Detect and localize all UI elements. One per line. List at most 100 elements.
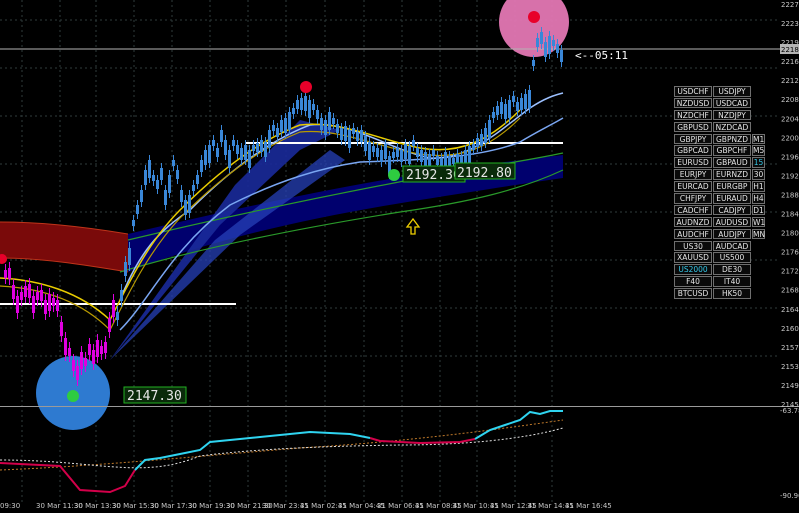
candle [28,284,31,298]
symbol-button-gbpchf[interactable]: GBPCHF [713,145,751,156]
candle [424,152,427,167]
candle [204,150,207,165]
candle [36,292,39,300]
candle [112,300,115,317]
price-axis-label: 2149.10 [781,382,799,390]
candle [156,180,159,189]
candle [400,150,403,162]
candle [128,248,131,265]
candle [268,130,271,148]
candle [172,160,175,166]
symbol-row: EURUSD GBPAUD 15 [674,157,774,168]
green-signal-dot-mid [388,169,400,181]
symbol-row: EURCAD EURGBP H1 [674,181,774,192]
symbol-button-chfjpy[interactable]: CHFJPY [674,193,712,204]
red-signal-dot-peak [528,11,540,23]
candle [212,140,215,146]
symbol-button-usdjpy[interactable]: USDJPY [713,86,751,97]
candle [380,150,383,162]
timeframe-button-h1[interactable]: H1 [752,181,765,192]
symbol-button-us2000[interactable]: US2000 [674,264,712,275]
timeframe-slot-empty [752,276,765,287]
symbol-button-audjpy[interactable]: AUDJPY [713,228,751,240]
symbol-button-cadchf[interactable]: CADCHF [674,204,712,216]
candle [476,138,479,147]
timeframe-button-m1[interactable]: M1 [752,133,765,145]
candle [336,124,339,133]
timeframe-button-30[interactable]: 30 [752,169,765,180]
timeframe-button-h4[interactable]: H4 [752,193,765,204]
symbol-panel: USDCHF USDJPY NZDUSD USDCAD NZDCHF NZDJPY GBPU… [674,86,774,300]
symbol-button-usdchf[interactable]: USDCHF [674,86,712,97]
symbol-button-cadjpy[interactable]: CADJPY [713,204,751,216]
symbol-button-eurcad[interactable]: EURCAD [674,181,712,192]
symbol-button-it40[interactable]: IT40 [713,276,751,287]
symbol-button-nzdchf[interactable]: NZDCHF [674,109,712,121]
timeframe-slot-empty [752,98,765,109]
candle [52,298,55,306]
symbol-button-us500[interactable]: US500 [713,252,751,263]
candle [552,40,555,46]
symbol-button-gbpjpy[interactable]: GBPJPY [674,133,712,145]
candle [432,150,435,156]
symbol-row: F40 IT40 [674,276,774,287]
timeframe-button-mn[interactable]: MN [752,228,765,240]
symbol-button-gbpnzd[interactable]: GBPNZD [713,133,751,145]
symbol-row: AUDCHF AUDJPY MN [674,228,774,240]
price-axis-label: 2188.90 [781,191,799,199]
symbol-button-nzdusd[interactable]: NZDUSD [674,97,712,109]
symbol-button-gbpcad[interactable]: GBPCAD [674,145,712,156]
candle [404,144,407,159]
indicator-axis-top: -63.7854 [780,407,799,415]
price-axis-label: 2180.40 [781,230,799,238]
candle [284,118,287,133]
symbol-button-audcad[interactable]: AUDCAD [713,240,751,252]
candle [560,50,563,62]
candle [528,90,531,108]
symbol-button-hk50[interactable]: HK50 [713,288,751,299]
timeframe-button-15[interactable]: 15 [752,157,765,168]
symbol-button-eurnzd[interactable]: EURNZD [713,169,751,180]
timeframe-button-w1[interactable]: W1 [752,216,765,228]
candle [252,145,255,151]
symbol-row: EURJPY EURNZD 30 [674,169,774,180]
candle [416,148,419,157]
symbol-button-audchf[interactable]: AUDCHF [674,228,712,240]
indicator-axis-bottom: -90.9626 [780,492,799,500]
candle [304,96,307,111]
candle [288,112,291,130]
candle [352,128,355,134]
symbol-button-nzdcad[interactable]: NZDCAD [713,121,751,133]
symbol-button-usdcad[interactable]: USDCAD [713,97,751,109]
candle [88,344,91,355]
candle [168,175,171,193]
timeframe-button-d1[interactable]: D1 [752,204,765,216]
symbol-button-euraud[interactable]: EURAUD [713,193,751,204]
candle [16,296,19,313]
symbol-button-nzdjpy[interactable]: NZDJPY [713,109,751,121]
price-axis-label: 2196.40 [781,153,799,161]
symbol-button-audusd[interactable]: AUDUSD [713,216,751,228]
symbol-button-eurusd[interactable]: EURUSD [674,157,712,168]
symbol-button-gbpusd[interactable]: GBPUSD [674,121,712,133]
timeframe-button-m5[interactable]: M5 [752,145,765,156]
candle [524,94,527,109]
symbol-row: US2000 DE30 [674,264,774,275]
symbol-button-eurjpy[interactable]: EURJPY [674,169,712,180]
candle [164,190,167,205]
candle [536,38,539,47]
candle [224,140,227,155]
symbol-button-de30[interactable]: DE30 [713,264,751,275]
candle [276,128,279,137]
symbol-button-xauusd[interactable]: XAUUSD [674,252,712,263]
symbol-button-btcusd[interactable]: BTCUSD [674,288,712,299]
candle [92,350,95,364]
candle [100,346,103,354]
symbol-button-us30[interactable]: US30 [674,240,712,252]
symbol-button-gbpaud[interactable]: GBPAUD [713,157,751,168]
candle [248,150,251,168]
symbol-button-eurgbp[interactable]: EURGBP [713,181,751,192]
symbol-button-audnzd[interactable]: AUDNZD [674,216,712,228]
green-signal-dot-low [67,390,79,402]
symbol-button-f40[interactable]: F40 [674,276,712,287]
